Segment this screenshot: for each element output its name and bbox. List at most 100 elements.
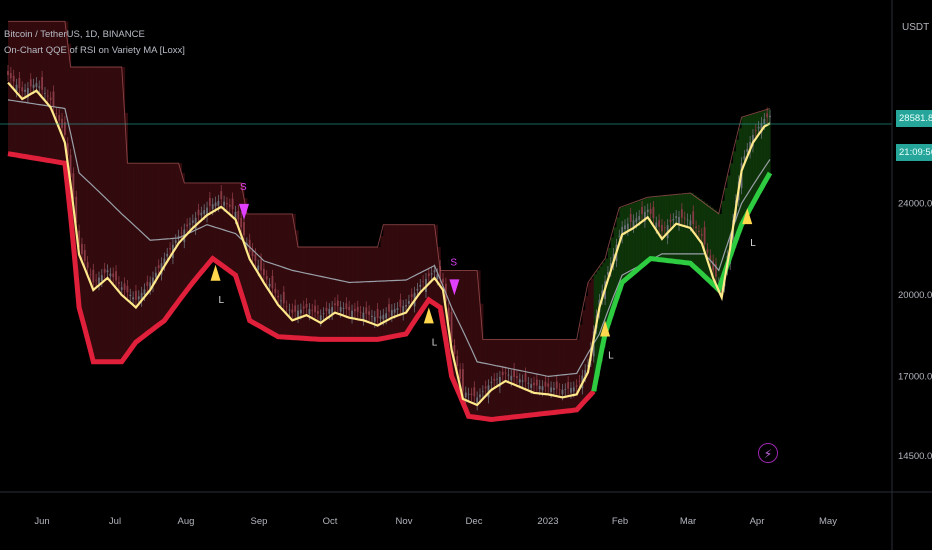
candle-body <box>299 309 302 314</box>
candle-body <box>703 227 706 245</box>
candle-body <box>260 259 262 271</box>
price-tick-label: 17000.00 <box>898 371 932 382</box>
short-signal-label: S <box>450 257 457 268</box>
candle-body <box>311 309 314 311</box>
candle-body <box>115 271 117 281</box>
candle-body <box>376 309 379 318</box>
candle-body <box>479 394 481 398</box>
candle-body <box>44 93 46 94</box>
candle-body <box>399 299 402 308</box>
candle-body <box>262 268 265 276</box>
candle-body <box>220 191 223 200</box>
candle-body <box>223 201 225 206</box>
candle-body <box>473 387 476 397</box>
candle-body <box>763 118 766 124</box>
candle-body <box>490 382 493 384</box>
candle-body <box>410 294 413 297</box>
candle-body <box>322 313 325 315</box>
long-signal-marker <box>210 264 221 281</box>
candle-body <box>516 376 518 379</box>
candle-body <box>672 219 675 221</box>
candle-body <box>254 254 257 261</box>
price-tick-label: 24000.00 <box>898 198 932 209</box>
candle-body <box>288 309 291 311</box>
price-axis[interactable]: 24000.00 20000.00 17000.00 14500.00 <box>898 198 932 462</box>
candle-body <box>712 260 715 271</box>
candle-body <box>661 224 663 232</box>
candle-body <box>9 73 12 79</box>
candle-body <box>305 303 308 308</box>
candle-body <box>180 232 183 234</box>
candle-body <box>166 253 169 257</box>
candle-body <box>541 386 544 391</box>
candle-body <box>95 279 98 281</box>
candle-body <box>507 374 510 376</box>
candle-body <box>314 305 316 313</box>
candle-body <box>481 391 484 393</box>
candle-body <box>294 305 297 312</box>
candle-body <box>632 220 635 227</box>
candle-body <box>658 220 661 227</box>
candle-body <box>285 306 288 308</box>
candle-body <box>35 83 38 87</box>
candle-body <box>422 281 425 282</box>
indicator-title[interactable]: On-Chart QQE of RSI on Variety MA [Loxx] <box>4 45 185 56</box>
candle-body <box>143 289 146 295</box>
candle-body <box>518 379 521 383</box>
symbol-title[interactable]: Bitcoin / TetherUS, 1D, BINANCE <box>4 29 145 40</box>
candle-body <box>38 86 41 88</box>
candle-body <box>18 77 21 89</box>
time-tick-label: Feb <box>612 516 628 527</box>
candle-body <box>686 219 689 221</box>
candle-body <box>103 268 106 273</box>
candle-body <box>433 270 436 273</box>
candle-body <box>467 393 470 395</box>
candle-body <box>388 304 390 312</box>
candle-body <box>351 310 353 318</box>
candle-body <box>365 307 368 314</box>
candle-body <box>442 278 444 283</box>
candle-body <box>336 300 339 307</box>
candle-body <box>754 129 757 132</box>
candle-body <box>234 211 237 219</box>
long-signal-label: L <box>750 238 756 249</box>
lightning-icon[interactable]: ⚡ <box>758 443 778 463</box>
candle-body <box>325 307 328 312</box>
candle-body <box>345 303 348 310</box>
time-axis[interactable]: Jun Jul Aug Sep Oct Nov Dec 2023 Feb Mar Apr May <box>34 516 837 527</box>
candle-body <box>217 200 220 206</box>
candle-body <box>328 309 331 314</box>
candle-body <box>334 303 336 305</box>
candle-body <box>61 118 63 128</box>
candle-body <box>567 382 570 389</box>
candle-body <box>319 315 322 321</box>
price-chart[interactable]: LSLSLL 24000.0020000.0017000.0014500.00 … <box>0 0 932 550</box>
candle-body <box>89 274 92 276</box>
candle-body <box>692 211 695 225</box>
candle-body <box>132 297 135 300</box>
candle-body <box>430 273 433 275</box>
candle-body <box>371 315 373 317</box>
candle-body <box>416 288 419 291</box>
candle-body <box>228 204 231 207</box>
candle-body <box>538 385 541 390</box>
candle-body <box>547 383 550 387</box>
candle-body <box>29 79 32 87</box>
candle-body <box>257 265 260 271</box>
candle-body <box>186 224 189 227</box>
candle-body <box>504 372 507 374</box>
candle-body <box>197 209 200 216</box>
candle-body <box>302 306 305 309</box>
candle-body <box>231 198 234 210</box>
candle-body <box>419 284 422 287</box>
candle-body <box>641 207 643 214</box>
candle-body <box>572 387 575 392</box>
candle-body <box>348 306 351 311</box>
candle-body <box>683 217 686 219</box>
time-tick-label: Apr <box>750 516 765 527</box>
candle-body <box>695 226 697 229</box>
candle-body <box>544 381 547 387</box>
candle-body <box>769 115 771 118</box>
candle-body <box>626 223 629 230</box>
candle-body <box>7 71 9 76</box>
